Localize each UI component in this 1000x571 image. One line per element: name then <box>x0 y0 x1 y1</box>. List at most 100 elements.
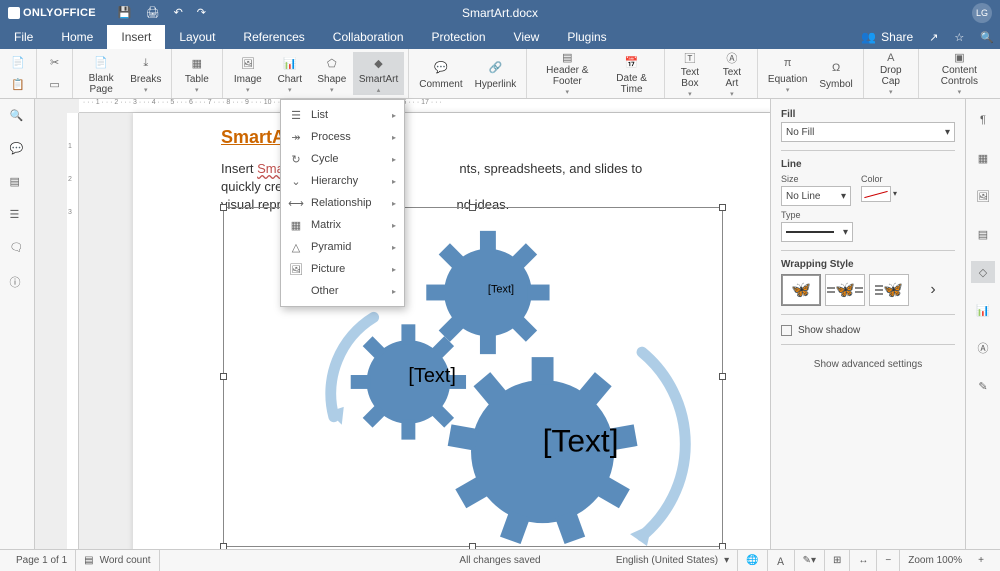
wrap-more[interactable]: › <box>913 274 953 306</box>
dd-cycle[interactable]: ↻Cycle▸ <box>281 148 404 170</box>
menu-protection[interactable]: Protection <box>418 25 500 49</box>
print-icon[interactable]: 🖨 <box>146 6 160 19</box>
favorite-icon[interactable]: ☆ <box>954 31 964 44</box>
text-group: 🅃Text Box▾ ⒶText Art▾ <box>665 49 758 98</box>
menu-home[interactable]: Home <box>47 25 107 49</box>
resize-handle-tm[interactable] <box>469 204 476 211</box>
copy-icon[interactable]: 📄 <box>11 56 25 70</box>
menu-view[interactable]: View <box>500 25 554 49</box>
navigation-icon[interactable]: ▤ <box>10 175 25 190</box>
paste-icon[interactable]: 📋 <box>11 77 25 91</box>
image-button[interactable]: 🖼Image▾ <box>227 52 269 95</box>
dd-relationship[interactable]: ⟷Relationship▸ <box>281 192 404 214</box>
menu-insert[interactable]: Insert <box>107 25 165 49</box>
spellcheck-toggle[interactable]: 🌐 <box>738 550 767 571</box>
gear1-text[interactable]: [Text] <box>488 284 514 296</box>
breaks-label: Breaks <box>130 74 161 85</box>
breaks-button[interactable]: ⤓Breaks▾ <box>125 52 167 95</box>
chat-icon[interactable]: 🗨 <box>10 241 25 256</box>
symbol-button[interactable]: ΩSymbol <box>813 52 858 95</box>
chart-button[interactable]: 📊Chart▾ <box>269 52 311 95</box>
dd-picture[interactable]: 🖼Picture▸ <box>281 258 404 280</box>
resize-handle-ml[interactable] <box>220 373 227 380</box>
tab-shape[interactable]: ◇ <box>971 261 995 283</box>
search-icon[interactable]: 🔍 <box>980 31 994 44</box>
smartart-button[interactable]: ◆SmartArt▴ <box>353 52 404 95</box>
line-size-select[interactable]: No Line▾ <box>781 186 851 206</box>
zoom-in-button[interactable]: + <box>970 550 992 571</box>
dd-matrix[interactable]: ▦Matrix▸ <box>281 214 404 236</box>
resize-handle-tr[interactable] <box>719 204 726 211</box>
horizontal-ruler[interactable]: · · · 1 · · · 2 · · · 3 · · · 4 · · · 5 … <box>79 99 770 113</box>
menu-collaboration[interactable]: Collaboration <box>319 25 418 49</box>
menu-references[interactable]: References <box>229 25 318 49</box>
tab-image[interactable]: 🖼 <box>971 185 995 207</box>
tab-chart[interactable]: 📊 <box>971 299 995 321</box>
tab-signature[interactable]: ✎ <box>971 375 995 397</box>
tab-paragraph[interactable]: ¶ <box>971 109 995 131</box>
resize-handle-tl[interactable] <box>220 204 227 211</box>
user-avatar[interactable]: LG <box>972 3 992 23</box>
zoom-out-button[interactable]: − <box>877 550 900 571</box>
fill-select[interactable]: No Fill▾ <box>781 122 955 142</box>
share-button[interactable]: 👥Share <box>861 30 913 44</box>
tab-header[interactable]: ▤ <box>971 223 995 245</box>
equation-button[interactable]: πEquation▾ <box>762 52 813 95</box>
shape-button[interactable]: ⬠Shape▾ <box>311 52 353 95</box>
menu-file[interactable]: File <box>0 25 47 49</box>
dd-other-label: Other <box>311 285 339 297</box>
dd-pyramid[interactable]: △Pyramid▸ <box>281 236 404 258</box>
zoom-level[interactable]: Zoom 100% <box>900 550 970 571</box>
advanced-settings-link[interactable]: Show advanced settings <box>781 359 955 370</box>
blank-page-button[interactable]: 📄Blank Page <box>77 52 124 95</box>
gear2-text[interactable]: [Text] <box>408 365 456 387</box>
image-icon: 🖼 <box>238 53 258 73</box>
document-page[interactable]: SmartArt g Insert SmartArt ele nts, spre… <box>133 113 770 549</box>
wrap-inline[interactable]: 🦋 <box>781 274 821 306</box>
save-icon[interactable]: 💾 <box>118 6 132 19</box>
redo-icon[interactable]: ↷ <box>197 6 206 19</box>
show-shadow-checkbox[interactable]: Show shadow <box>781 325 955 336</box>
gear3-text[interactable]: [Text] <box>543 423 619 459</box>
track-changes-toggle[interactable]: Ａ <box>768 550 795 571</box>
text-box-button[interactable]: 🅃Text Box▾ <box>669 52 711 95</box>
track-dropdown[interactable]: ✎▾ <box>795 550 825 571</box>
dd-other[interactable]: Other▸ <box>281 280 404 302</box>
tab-table[interactable]: ▦ <box>971 147 995 169</box>
fit-width-button[interactable]: ↔ <box>850 550 877 571</box>
tab-textart[interactable]: Ⓐ <box>971 337 995 359</box>
wrap-tight[interactable]: 🦋 <box>869 274 909 306</box>
chevron-down-icon[interactable]: ▾ <box>893 189 897 198</box>
menu-plugins[interactable]: Plugins <box>553 25 620 49</box>
undo-icon[interactable]: ↶ <box>174 6 183 19</box>
text-art-button[interactable]: ⒶText Art▾ <box>711 52 753 95</box>
fit-page-button[interactable]: ⊞ <box>825 550 850 571</box>
menu-layout[interactable]: Layout <box>165 25 229 49</box>
vertical-ruler[interactable]: 123 <box>67 113 79 549</box>
dd-process[interactable]: ↠Process▸ <box>281 126 404 148</box>
drop-cap-button[interactable]: ADrop Cap▾ <box>868 52 914 95</box>
page-indicator[interactable]: Page 1 of 1 <box>8 550 76 571</box>
dd-list[interactable]: ☰List▸ <box>281 104 404 126</box>
cut-icon[interactable]: ✂ <box>48 56 62 70</box>
table-button[interactable]: ▦Table▾ <box>176 52 218 95</box>
line-color-preview[interactable] <box>861 186 891 202</box>
wrap-square[interactable]: 🦋 <box>825 274 865 306</box>
comments-icon[interactable]: 💬 <box>10 142 25 157</box>
line-type-select[interactable]: ▾ <box>781 222 853 242</box>
select-all-icon[interactable]: ▭ <box>48 77 62 91</box>
resize-handle-mr[interactable] <box>719 373 726 380</box>
dd-hierarchy[interactable]: ⌄Hierarchy▸ <box>281 170 404 192</box>
date-time-button[interactable]: 📅Date & Time <box>603 52 660 95</box>
word-count-button[interactable]: ▤Word count <box>76 550 159 571</box>
language-select[interactable]: English (United States)▾ <box>608 550 738 571</box>
open-location-icon[interactable]: ↗ <box>929 31 938 44</box>
header-footer-button[interactable]: ▤Header & Footer▾ <box>531 52 603 95</box>
content-controls-button[interactable]: ▣Content Controls▾ <box>923 52 996 95</box>
hyperlink-button[interactable]: 🔗Hyperlink <box>469 52 523 95</box>
comment-button[interactable]: 💬Comment <box>413 52 468 95</box>
headings-icon[interactable]: ☰ <box>10 208 25 223</box>
find-icon[interactable]: 🔍 <box>10 109 25 124</box>
right-tabs: ¶ ▦ 🖼 ▤ ◇ 📊 Ⓐ ✎ <box>965 99 1000 549</box>
feedback-icon[interactable]: ⓘ <box>10 274 25 289</box>
